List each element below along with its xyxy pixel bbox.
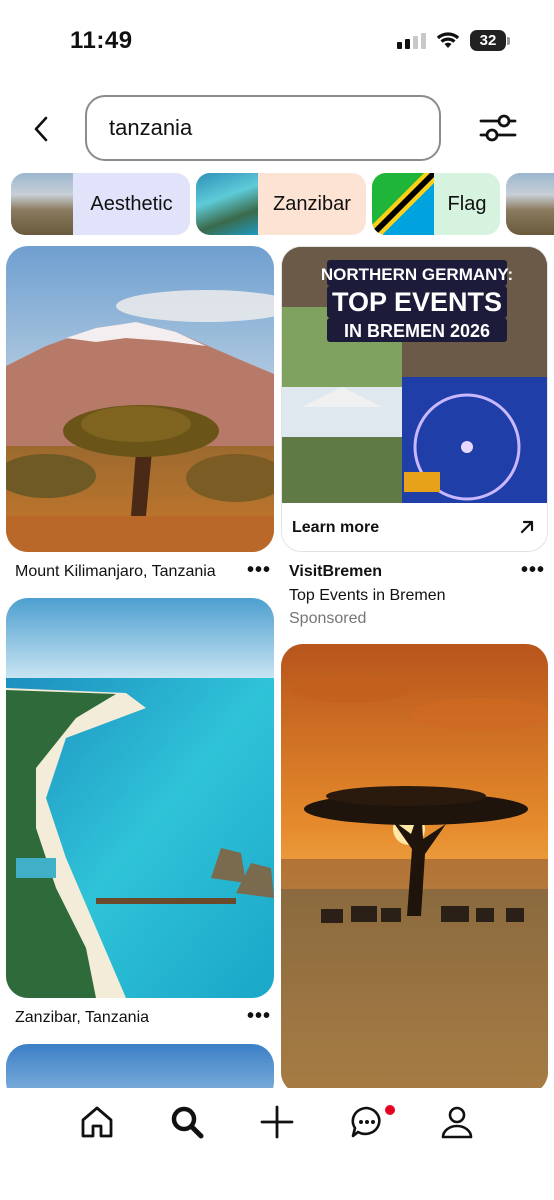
ad-headline-1: NORTHERN GERMANY:: [321, 265, 513, 284]
chevron-left-icon: [34, 116, 48, 142]
sponsored-label: Sponsored: [289, 610, 367, 627]
cellular-signal-icon: [397, 33, 426, 49]
pin-caption: Zanzibar, Tanzania: [15, 1009, 150, 1026]
nav-home[interactable]: [77, 1102, 117, 1142]
search-icon: [171, 1106, 204, 1139]
zanzibar-photo: [6, 598, 274, 998]
status-time: 11:49: [70, 27, 133, 54]
bremen-events-collage: NORTHERN GERMANY: TOP EVENTS IN BREMEN 2…: [282, 247, 547, 503]
wifi-icon: [436, 32, 460, 48]
pin-zanzibar-image[interactable]: [6, 598, 274, 998]
external-link-arrow-icon: [520, 520, 534, 534]
messages-icon: [351, 1106, 381, 1138]
pin-kilimanjaro-image[interactable]: [6, 246, 274, 552]
status-bar: 11:49 32: [0, 0, 554, 80]
chip-thumbnail: [11, 173, 73, 235]
create-icon: [260, 1105, 294, 1139]
search-query: tanzania: [109, 115, 193, 140]
sliders-icon: [479, 114, 517, 142]
suggestion-chips: Aesthetic Zanzibar Flag: [0, 173, 554, 235]
more-options-icon[interactable]: •••: [247, 559, 271, 582]
chip-more[interactable]: [506, 173, 554, 235]
bottom-nav: [0, 1088, 554, 1200]
battery-indicator: 32: [470, 30, 506, 51]
nav-profile[interactable]: [437, 1102, 477, 1142]
nav-messages[interactable]: [347, 1102, 387, 1142]
filter-button[interactable]: [476, 110, 520, 146]
nav-search[interactable]: [167, 1102, 207, 1142]
tanzania-flag-icon: [372, 173, 434, 235]
pin-savanna-sunset-image[interactable]: [281, 644, 548, 1094]
chip-label: Aesthetic: [90, 192, 173, 215]
back-button[interactable]: [24, 112, 58, 146]
chip-flag[interactable]: Flag: [372, 173, 500, 235]
learn-more-link[interactable]: Learn more: [292, 519, 379, 537]
chip-zanzibar[interactable]: Zanzibar: [196, 173, 366, 235]
search-input[interactable]: tanzania: [85, 95, 441, 161]
chip-label: Flag: [447, 192, 487, 215]
promoted-pin[interactable]: NORTHERN GERMANY: TOP EVENTS IN BREMEN 2…: [281, 246, 548, 552]
more-options-icon[interactable]: •••: [247, 1005, 271, 1028]
notification-dot: [385, 1105, 395, 1115]
more-options-icon[interactable]: •••: [521, 559, 545, 582]
advertiser-name[interactable]: VisitBremen: [289, 563, 382, 581]
chip-thumbnail: [506, 173, 554, 235]
home-icon: [81, 1106, 113, 1138]
battery-cap: [507, 37, 510, 45]
chip-label: Zanzibar: [273, 192, 351, 215]
chip-aesthetic[interactable]: Aesthetic: [11, 173, 190, 235]
ad-headline-3: IN BREMEN 2026: [344, 321, 490, 341]
profile-icon: [441, 1106, 473, 1139]
nav-create[interactable]: [257, 1102, 297, 1142]
chip-thumbnail: [196, 173, 258, 235]
ad-title: Top Events in Bremen: [289, 587, 446, 604]
savanna-sunset-photo: [281, 644, 548, 1094]
kilimanjaro-photo: [6, 246, 274, 552]
ad-headline-2: TOP EVENTS: [332, 287, 502, 317]
pin-caption: Mount Kilimanjaro, Tanzania: [15, 563, 216, 580]
